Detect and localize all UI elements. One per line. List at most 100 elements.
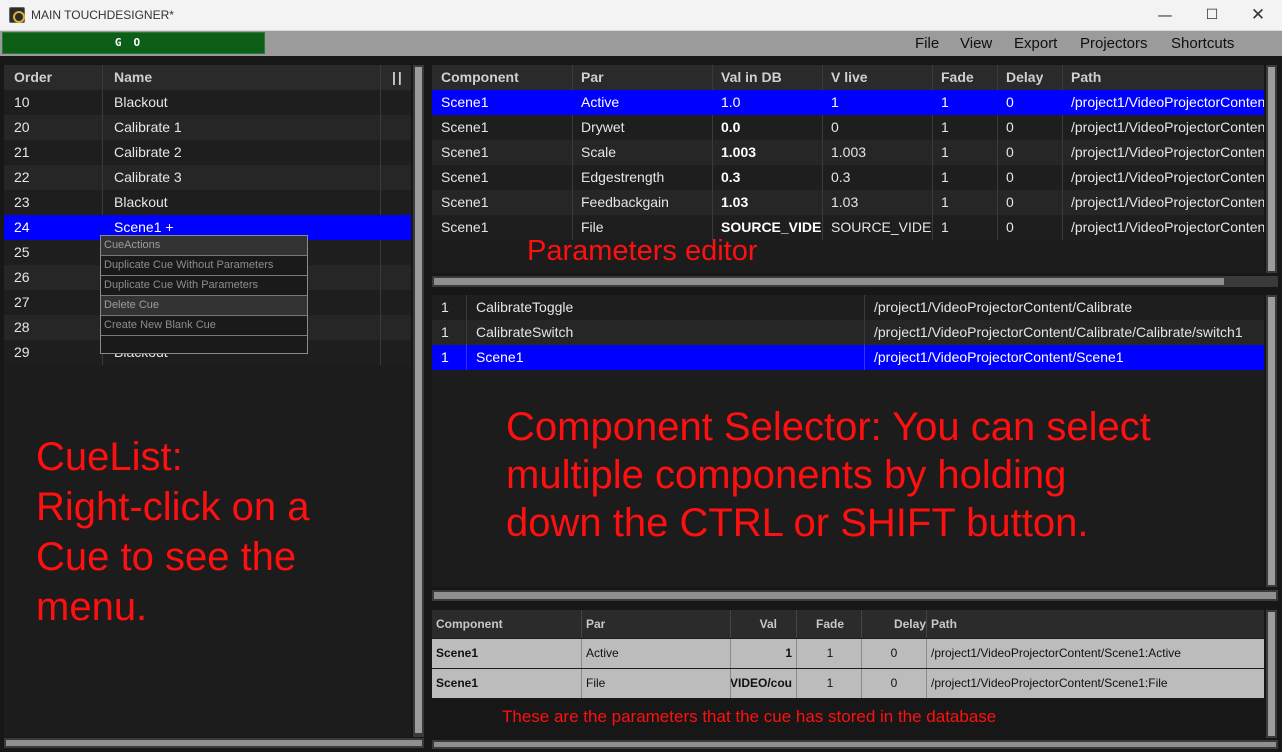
stored-scrollbar[interactable] (1266, 610, 1277, 738)
menu-file[interactable]: File (915, 35, 939, 52)
header-val-in-db[interactable]: Val in DB (721, 65, 782, 90)
cue-order: 23 (14, 194, 30, 210)
component-selector-scroll-thumb[interactable] (1268, 297, 1275, 585)
cuelist-scrollbar[interactable] (413, 65, 424, 737)
cue-row[interactable]: 21 Calibrate 2 (4, 140, 411, 165)
maximize-button[interactable]: ☐ (1200, 4, 1224, 26)
component-name: CalibrateSwitch (476, 324, 574, 340)
parameters-hscrollbar[interactable] (432, 276, 1278, 287)
stored-delay: 0 (890, 646, 898, 660)
parameter-delay: 0 (1006, 169, 1014, 185)
parameter-par: Scale (581, 144, 617, 160)
header-name[interactable]: Name (114, 65, 152, 90)
go-button[interactable]: GO (2, 32, 265, 54)
menu-projectors[interactable]: Projectors (1080, 35, 1148, 52)
stored-hscroll-thumb[interactable] (434, 742, 1276, 747)
cuelist-hscroll-thumb[interactable] (6, 740, 422, 746)
cuelist-hscrollbar[interactable] (4, 738, 424, 748)
header-component[interactable]: Component (441, 65, 519, 90)
parameter-val-db: 1.003 (721, 144, 757, 160)
component-count: 1 (441, 299, 449, 315)
header-column-resize[interactable]: || (392, 65, 404, 90)
component-path: /project1/VideoProjectorContent/Calibrat… (874, 324, 1243, 340)
parameter-component: Scene1 (441, 194, 489, 210)
parameter-row[interactable]: Scene1 Scale 1.003 1.003 1 0/project1/VideoPr… (432, 140, 1264, 165)
parameter-v-live: 1.03 (831, 194, 859, 210)
parameters-scrollbar[interactable] (1266, 65, 1277, 273)
stored-par: File (586, 676, 606, 690)
parameter-delay: 0 (1006, 194, 1014, 210)
stored-header-par[interactable]: Par (586, 610, 605, 638)
stored-par: Active (586, 646, 619, 660)
close-button[interactable]: ✕ (1246, 4, 1270, 26)
parameter-fade: 1 (941, 144, 949, 160)
stored-header-delay[interactable]: Delay (862, 610, 926, 638)
cue-order: 20 (14, 119, 30, 135)
stored-header-component[interactable]: Component (436, 610, 503, 638)
stored-scroll-thumb[interactable] (1268, 612, 1275, 736)
parameter-fade: 1 (941, 94, 949, 110)
menu-item-create-blank-cue[interactable]: Create New Blank Cue (101, 316, 307, 336)
cue-row[interactable]: 22 Calibrate 3 (4, 165, 411, 190)
menu-export[interactable]: Export (1014, 35, 1057, 52)
header-order[interactable]: Order (14, 65, 52, 90)
parameter-row[interactable]: Scene1 Active 1.0 1 1 0/project1/VideoProject… (432, 90, 1264, 115)
menu-shortcuts[interactable]: Shortcuts (1171, 35, 1234, 52)
parameter-v-live: SOURCE_VIDEO/ (831, 219, 931, 235)
menu-item-delete-cue[interactable]: Delete Cue (101, 296, 307, 316)
menu-item-empty[interactable] (101, 336, 307, 356)
cue-row[interactable]: 20 Calibrate 1 (4, 115, 411, 140)
stored-header-val[interactable]: Val (732, 610, 777, 638)
header-v-live[interactable]: V live (831, 65, 868, 90)
parameter-component: Scene1 (441, 144, 489, 160)
component-row[interactable]: 1 CalibrateSwitch/project1/VideoProjector… (432, 320, 1264, 345)
stored-header-fade[interactable]: Fade (798, 610, 862, 638)
parameter-component: Scene1 (441, 119, 489, 135)
parameter-delay: 0 (1006, 119, 1014, 135)
minimize-button[interactable]: — (1153, 4, 1177, 26)
parameter-path: /project1/VideoProjectorContent (1071, 144, 1264, 160)
header-par[interactable]: Par (581, 65, 604, 90)
component-path: /project1/VideoProjectorContent/Calibrat… (874, 299, 1133, 315)
parameter-row[interactable]: Scene1 Edgestrength 0.3 0.3 1 0/project1/Vide… (432, 165, 1264, 190)
cue-name: Calibrate 1 (114, 119, 182, 135)
component-selector-hscroll-thumb[interactable] (434, 592, 1276, 599)
header-path[interactable]: Path (1071, 65, 1101, 90)
menu-view[interactable]: View (960, 35, 992, 52)
stored-row[interactable]: Scene1 Active 1 1 0/project1/VideoProjectorC… (432, 639, 1264, 668)
stored-delay: 0 (890, 676, 898, 690)
stored-hscrollbar[interactable] (432, 740, 1278, 749)
stored-header-path[interactable]: Path (931, 610, 957, 638)
stored-val: VIDEO/coun (730, 676, 792, 690)
cue-row[interactable]: 10 Blackout (4, 90, 411, 115)
component-row[interactable]: 1 CalibrateToggle/project1/VideoProjector… (432, 295, 1264, 320)
cuelist-header: Order Name || (4, 65, 411, 90)
component-selector-annotation: Component Selector: You can select multi… (506, 403, 1151, 547)
parameter-val-db: 0.3 (721, 169, 741, 185)
stored-parameters-annotation: These are the parameters that the cue ha… (502, 707, 997, 726)
menu-item-cueactions[interactable]: CueActions (101, 236, 307, 256)
parameters-hscroll-thumb[interactable] (434, 278, 1224, 285)
menu-item-duplicate-with-params[interactable]: Duplicate Cue With Parameters (101, 276, 307, 296)
cue-name: Calibrate 3 (114, 169, 182, 185)
parameter-par: Feedbackgain (581, 194, 669, 210)
component-count: 1 (441, 324, 449, 340)
parameter-v-live: 1.003 (831, 144, 867, 160)
header-delay[interactable]: Delay (1006, 65, 1043, 90)
menu-item-duplicate-without-params[interactable]: Duplicate Cue Without Parameters (101, 256, 307, 276)
cue-row[interactable]: 23 Blackout (4, 190, 411, 215)
cuelist-scroll-thumb[interactable] (415, 67, 422, 733)
component-selector-scrollbar[interactable] (1266, 295, 1277, 587)
component-count: 1 (441, 349, 449, 365)
parameters-scroll-thumb[interactable] (1268, 67, 1275, 271)
header-fade[interactable]: Fade (941, 65, 974, 90)
parameter-row[interactable]: Scene1 Feedbackgain 1.03 1.03 1 0/project1/Vi… (432, 190, 1264, 215)
component-row[interactable]: 1 Scene1/project1/VideoProjectorContent/S… (432, 345, 1264, 370)
parameter-row[interactable]: Scene1 Drywet 0.0 0 1 0/project1/VideoProject… (432, 115, 1264, 140)
stored-row[interactable]: Scene1 File VIDEO/coun 1 0/project1/VideoPro… (432, 669, 1264, 698)
cuelist-annotation-line: Cue to see the (36, 535, 297, 579)
parameter-val-db: 1.03 (721, 194, 749, 210)
cue-name: Blackout (114, 194, 168, 210)
stored-component: Scene1 (436, 646, 479, 660)
component-selector-hscrollbar[interactable] (432, 590, 1278, 601)
